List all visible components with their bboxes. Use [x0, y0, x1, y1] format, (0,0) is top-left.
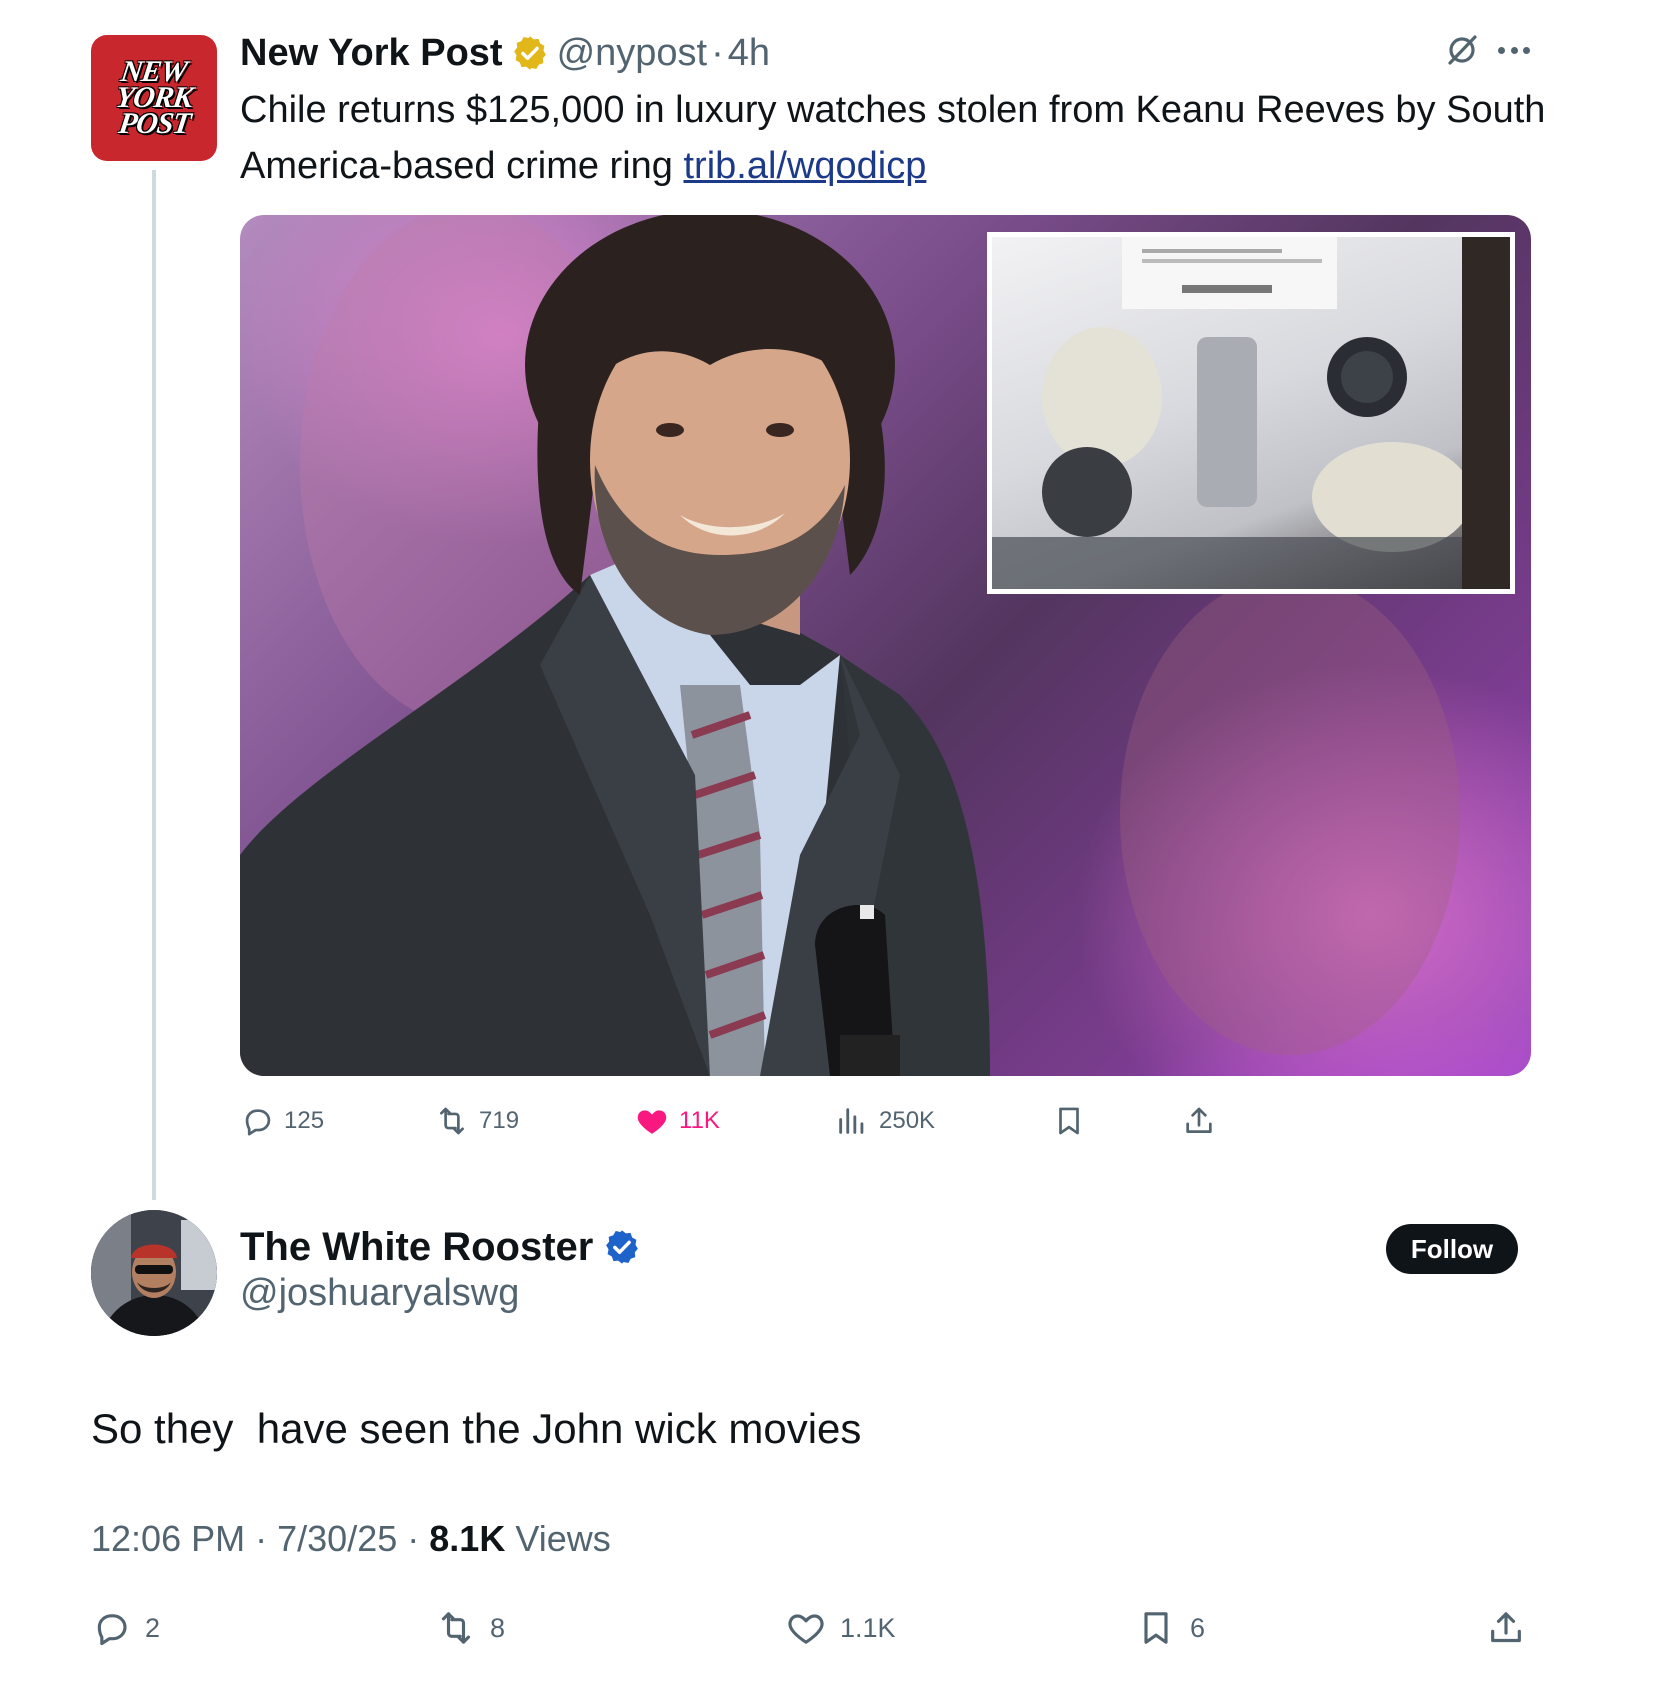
bookmark-button[interactable]: 6: [1136, 1605, 1205, 1651]
evidence-bag-photo: [992, 237, 1510, 589]
reply-count: 2: [145, 1612, 161, 1643]
avatar-logo-line-3: POST: [116, 107, 192, 140]
parent-views-count: 250K: [879, 1107, 936, 1134]
repost-icon: [441, 1612, 471, 1644]
blue-verified-badge-icon[interactable]: [603, 1228, 641, 1266]
tweet-time[interactable]: 12:06 PM: [91, 1518, 245, 1559]
parent-tweet-text: Chile returns $125,000 in luxury watches…: [240, 82, 1560, 194]
parent-repost-button[interactable]: 719: [435, 1100, 519, 1142]
main-display-name[interactable]: The White Rooster: [240, 1225, 593, 1270]
reply-button[interactable]: 2: [91, 1605, 160, 1651]
parent-bookmark-button[interactable]: [1052, 1100, 1086, 1142]
thread-connector-line: [152, 170, 156, 1200]
parent-tweet-media[interactable]: [240, 215, 1531, 1076]
header-separator: ·: [711, 31, 724, 74]
bookmark-icon: [1144, 1612, 1168, 1644]
follow-button[interactable]: Follow: [1386, 1224, 1518, 1274]
share-icon: [1186, 1107, 1212, 1133]
views-label: Views: [515, 1518, 611, 1559]
nypost-avatar[interactable]: NEW YORK POST: [91, 35, 217, 161]
article-link[interactable]: trib.al/wqodicp: [683, 145, 926, 187]
analytics-icon: [839, 1108, 864, 1134]
like-count: 1.1K: [840, 1612, 896, 1643]
parent-handle[interactable]: @nypost: [557, 32, 708, 75]
main-tweet-actions: 2 8 1.1K 6: [91, 1605, 1541, 1651]
share-icon: [1491, 1612, 1521, 1643]
gold-verified-badge-icon[interactable]: [511, 34, 549, 72]
reply-icon: [245, 1109, 271, 1136]
like-button[interactable]: 1.1K: [786, 1605, 896, 1651]
bookmark-count: 6: [1190, 1612, 1206, 1643]
avatar-photo: [91, 1210, 217, 1336]
user-avatar[interactable]: [91, 1210, 217, 1336]
parent-tweet-header: New York Post @nypost · 4h: [240, 28, 770, 78]
parent-share-button[interactable]: [1182, 1100, 1216, 1142]
reply-icon: [97, 1614, 127, 1646]
more-options-icon[interactable]: [1494, 32, 1534, 68]
grok-icon[interactable]: [1444, 32, 1480, 68]
parent-tweet-actions: 125 719 11K 250K: [240, 1100, 1240, 1142]
parent-views-button[interactable]: 250K: [835, 1100, 935, 1142]
parent-reply-button[interactable]: 125: [240, 1100, 324, 1142]
inset-photo-frame: [987, 232, 1515, 594]
evidence-bag-illustration: [992, 237, 1510, 589]
heart-icon: [788, 1614, 824, 1644]
bookmark-icon: [1059, 1107, 1079, 1135]
main-handle[interactable]: @joshuaryalswg: [240, 1272, 519, 1315]
tweet-meta: 12:06 PM · 7/30/25 · 8.1K Views: [91, 1518, 611, 1560]
repost-icon: [440, 1107, 464, 1135]
heart-filled-icon: [637, 1110, 667, 1134]
share-button[interactable]: [1486, 1605, 1526, 1651]
parent-reply-count: 125: [284, 1107, 325, 1134]
main-tweet-text: So they have seen the John wick movies: [91, 1405, 862, 1452]
parent-time-ago[interactable]: 4h: [728, 32, 770, 75]
tweet-date[interactable]: 7/30/25: [277, 1518, 397, 1559]
main-tweet-header: The White Rooster: [240, 1222, 641, 1272]
meta-separator-2: ·: [407, 1518, 420, 1559]
parent-repost-count: 719: [479, 1107, 520, 1134]
repost-button[interactable]: 8: [436, 1605, 505, 1651]
repost-count: 8: [490, 1612, 506, 1643]
views-count: 8.1K: [429, 1518, 506, 1559]
parent-like-count: 11K: [679, 1107, 720, 1134]
parent-like-button[interactable]: 11K: [635, 1100, 720, 1142]
meta-separator-1: ·: [255, 1518, 268, 1559]
parent-display-name[interactable]: New York Post: [240, 32, 503, 75]
